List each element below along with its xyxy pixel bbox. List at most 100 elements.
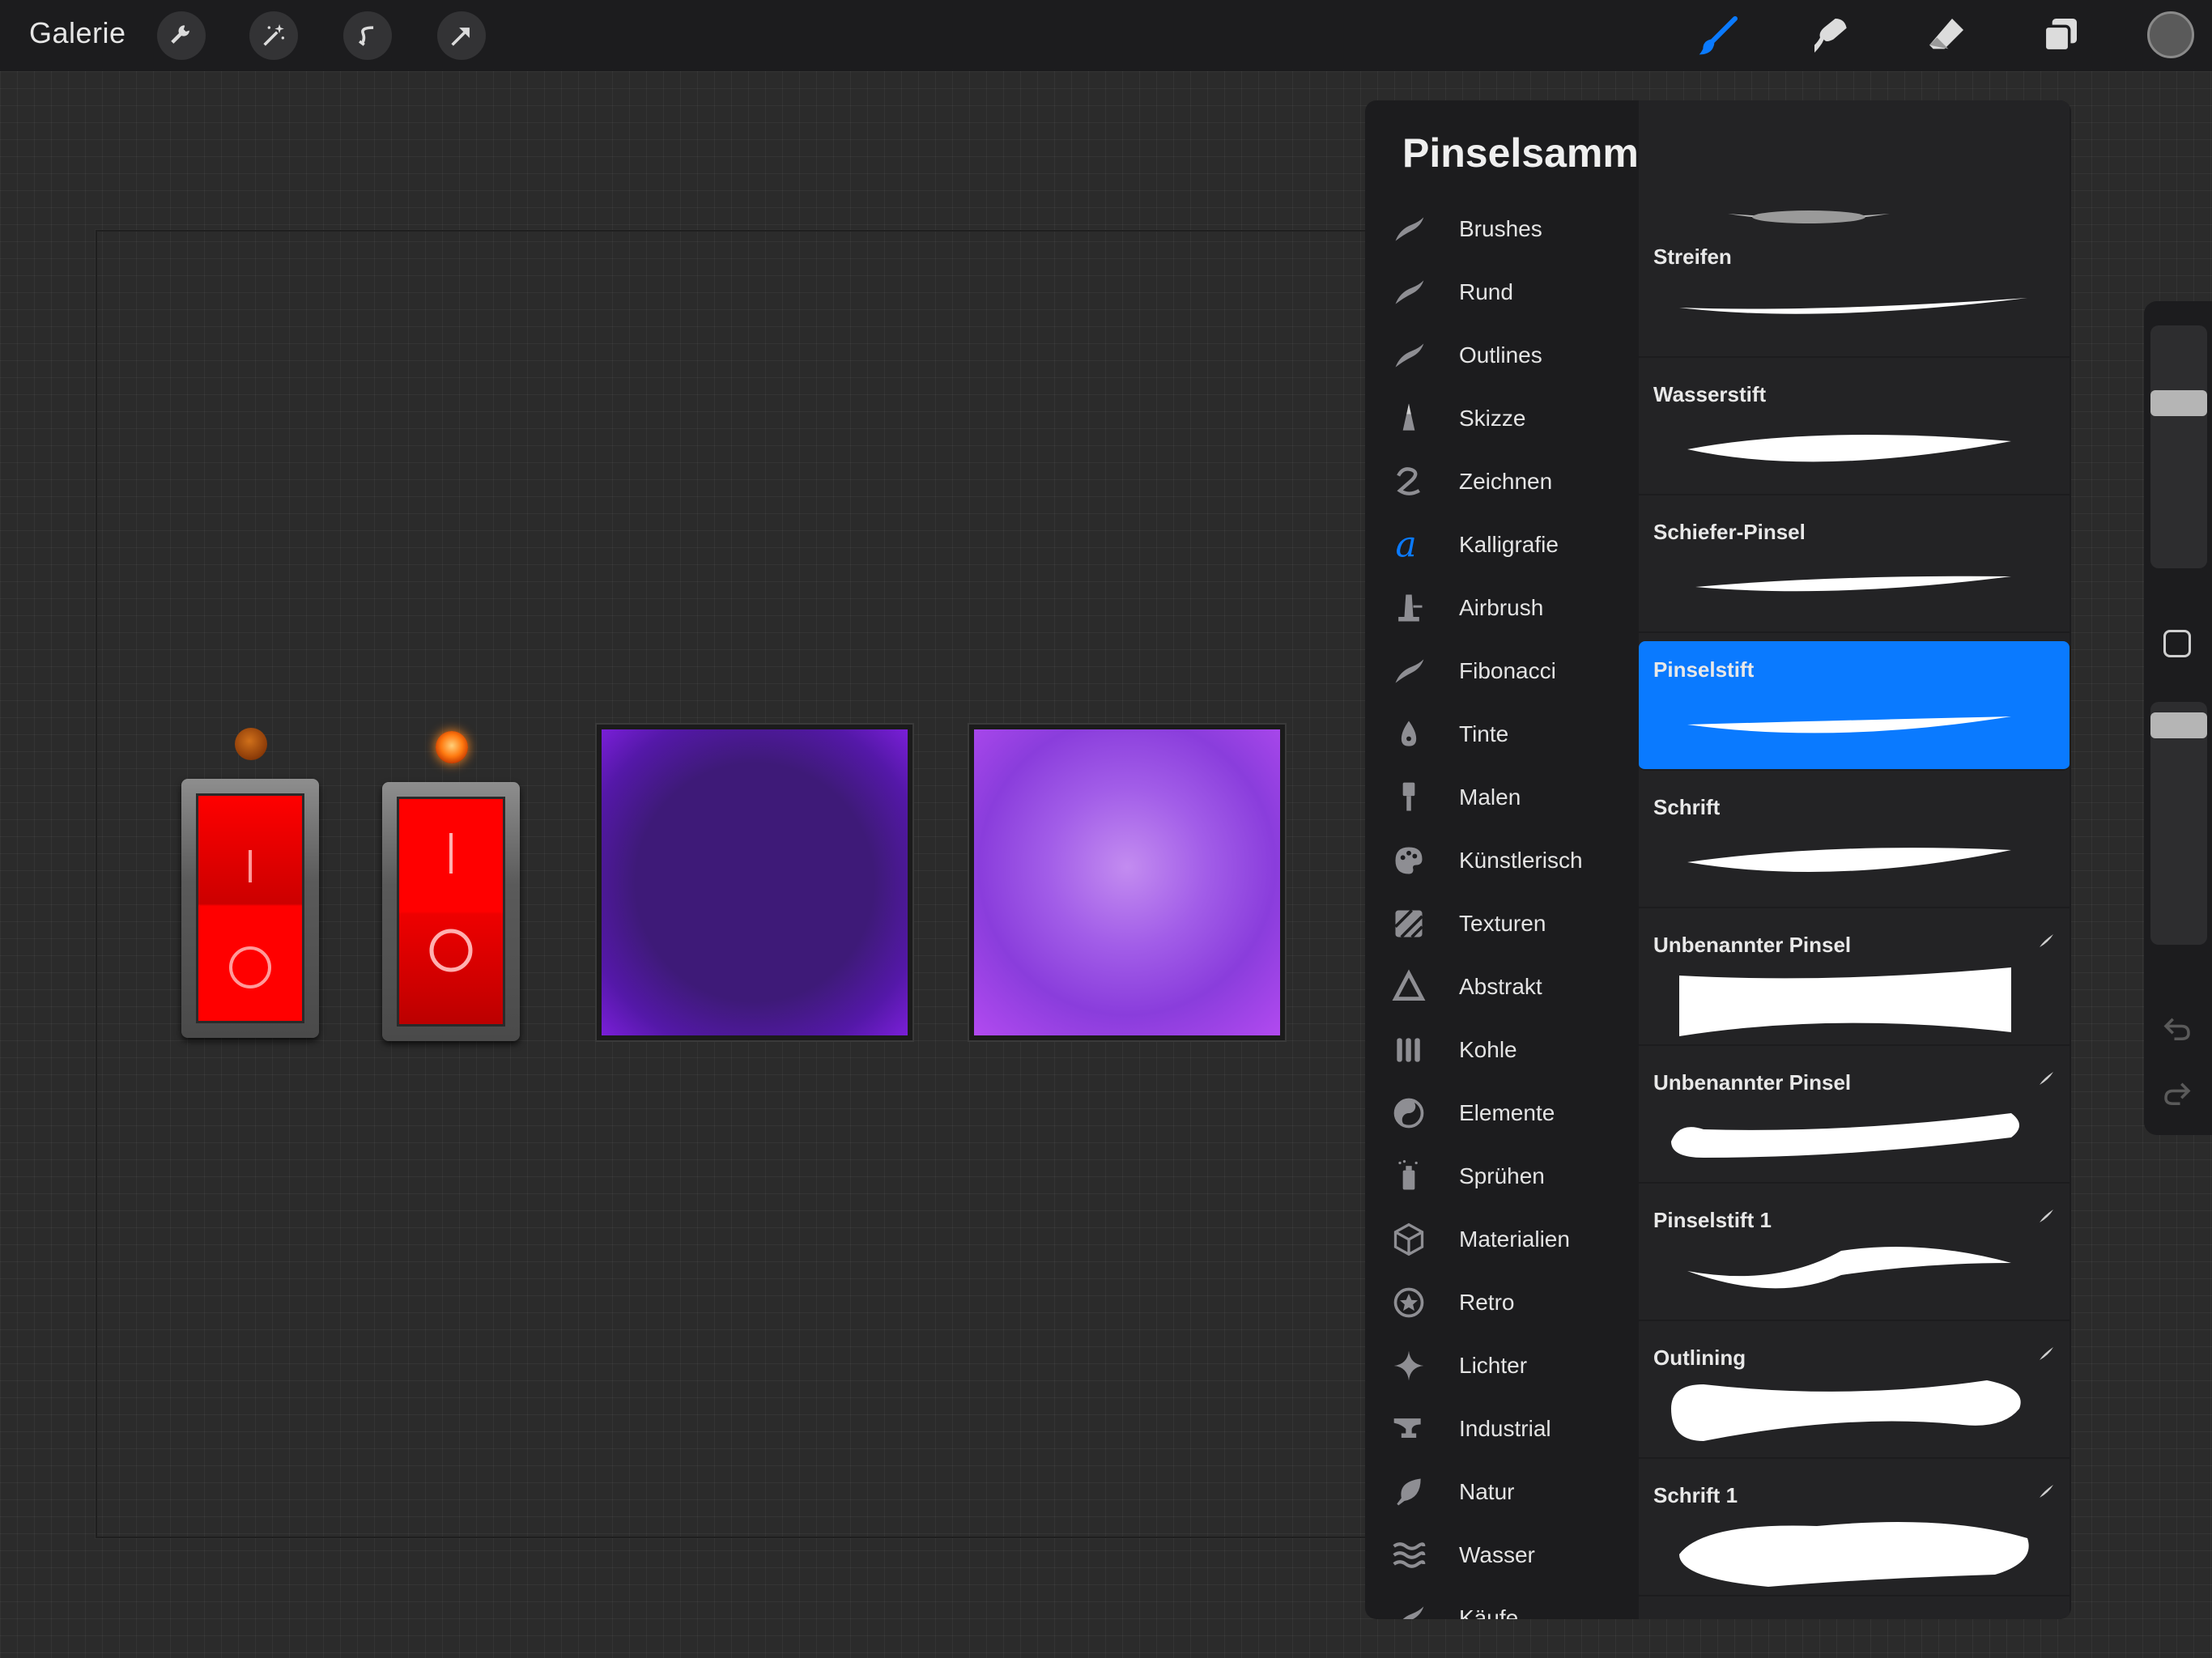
imported-brush-icon [2040, 1347, 2053, 1360]
category-item-künstlerisch[interactable]: Künstlerisch [1365, 829, 1636, 892]
category-item-skizze[interactable]: Skizze [1365, 387, 1636, 450]
category-item-fibonacci[interactable]: Fibonacci [1365, 640, 1636, 703]
category-item-elemente[interactable]: Elemente [1365, 1082, 1636, 1145]
category-item-lichter[interactable]: Lichter [1365, 1334, 1636, 1397]
brush-item[interactable]: Schrift 1 [1639, 1467, 2069, 1596]
category-label: Materialien [1459, 1226, 1570, 1252]
paint-brush-icon [1389, 778, 1428, 817]
category-item-kohle[interactable]: Kohle [1365, 1018, 1636, 1082]
category-item-tinte[interactable]: Tinte [1365, 703, 1636, 766]
brush-name: Streifen [1653, 244, 1732, 269]
undo-icon[interactable] [2160, 1012, 2194, 1046]
category-item-brushes[interactable]: Brushes [1365, 198, 1636, 261]
purple-button-light [969, 725, 1285, 1040]
category-item-industrial[interactable]: Industrial [1365, 1397, 1636, 1460]
brush-stroke-icon [1389, 652, 1428, 691]
brush-stroke-icon [1389, 273, 1428, 312]
category-label: Abstrakt [1459, 974, 1542, 999]
brush-item[interactable]: Outlining [1639, 1329, 2069, 1459]
smudge-tool[interactable] [1806, 10, 1857, 62]
led-off [235, 728, 267, 760]
layers-tool[interactable] [2034, 10, 2086, 62]
selection-button[interactable] [343, 11, 392, 60]
svg-text:a: a [1396, 527, 1417, 563]
magic-wand-icon [263, 23, 285, 46]
imported-brush-icon [2040, 1209, 2053, 1222]
category-label: Tinte [1459, 721, 1509, 746]
brush-item[interactable]: Unbenannter Pinsel [1639, 1054, 2069, 1184]
brush-item[interactable]: Pinselstift [1639, 641, 2069, 771]
category-label: Käufe [1459, 1605, 1519, 1619]
brush-name: Wasserstift [1653, 382, 1767, 406]
brush-stroke-preview [1679, 967, 2011, 1036]
category-item-retro[interactable]: Retro [1365, 1271, 1636, 1334]
color-picker-button[interactable] [2147, 11, 2194, 58]
brush-item[interactable]: Wasserstift [1639, 366, 2069, 495]
squiggle-icon [1389, 462, 1428, 501]
category-label: Zeichnen [1459, 469, 1553, 494]
brush-size-slider[interactable] [2150, 325, 2207, 568]
sparkle-icon [1389, 1346, 1428, 1385]
rocker-switch-1 [181, 779, 319, 1038]
category-item-kalligrafie[interactable]: a Kalligrafie [1365, 513, 1636, 576]
anvil-icon [1389, 1409, 1428, 1448]
category-item-airbrush[interactable]: Airbrush [1365, 576, 1636, 640]
brush-stroke-preview [1687, 716, 2011, 733]
category-item-sprühen[interactable]: Sprühen [1365, 1145, 1636, 1208]
leaf-icon [1389, 1473, 1428, 1511]
category-item-outlines[interactable]: Outlines [1365, 324, 1636, 387]
brush-item[interactable]: Schiefer-Pinsel [1639, 504, 2069, 633]
brush-stroke-preview [1695, 576, 2011, 592]
brush-name: Outlining [1653, 1346, 1746, 1370]
transform-button[interactable] [437, 11, 486, 60]
category-label: Airbrush [1459, 595, 1544, 620]
brush-size-thumb[interactable] [2150, 390, 2207, 417]
category-item-natur[interactable]: Natur [1365, 1460, 1636, 1524]
opacity-thumb[interactable] [2150, 712, 2207, 739]
category-label: Sprühen [1459, 1163, 1545, 1188]
category-item-malen[interactable]: Malen [1365, 766, 1636, 829]
category-label: Brushes [1459, 216, 1542, 241]
brush-stroke-preview [1687, 435, 2011, 462]
brush-stroke-preview [1679, 1522, 2029, 1587]
eraser-icon [1929, 19, 1963, 49]
brush-name: Unbenannter Pinsel [1653, 1070, 1852, 1095]
actions-button[interactable] [157, 11, 206, 60]
brush-icon [1699, 15, 1738, 55]
category-item-texturen[interactable]: Texturen [1365, 892, 1636, 955]
brush-item[interactable]: Streifen [1639, 228, 2069, 358]
category-label: Lichter [1459, 1353, 1528, 1378]
category-item-materialien[interactable]: Materialien [1365, 1208, 1636, 1271]
top-toolbar: Galerie [0, 0, 2212, 71]
redo-icon[interactable] [2160, 1077, 2194, 1111]
category-item-zeichnen[interactable]: Zeichnen [1365, 450, 1636, 513]
category-label: Natur [1459, 1479, 1515, 1504]
brush-name: Pinselstift 1 [1653, 1208, 1772, 1232]
modify-button[interactable] [2163, 630, 2191, 657]
eraser-tool[interactable] [1921, 10, 1972, 62]
airbrush-icon [1389, 589, 1428, 627]
layers-icon [2043, 19, 2077, 53]
purple-button-dark [597, 725, 912, 1040]
side-toolbar [2144, 301, 2212, 1135]
category-label: Elemente [1459, 1100, 1555, 1125]
category-label: Künstlerisch [1459, 848, 1583, 873]
category-item-wasser[interactable]: Wasser [1365, 1524, 1636, 1587]
brush-stroke-icon [1389, 336, 1428, 375]
brush-list[interactable]: Streifen Wasserstift Schiefer-Pinsel Pinsel… [1639, 100, 2069, 1619]
category-label: Texturen [1459, 911, 1546, 936]
ink-drop-icon [1389, 715, 1428, 754]
category-item-käufe[interactable]: Käufe [1365, 1587, 1636, 1619]
category-item-rund[interactable]: Rund [1365, 261, 1636, 324]
selection-icon [359, 26, 374, 46]
brush-name: Pinselstift [1653, 657, 1755, 682]
gallery-button[interactable]: Galerie [29, 16, 126, 50]
brush-item[interactable]: Pinselstift 1 [1639, 1192, 2069, 1321]
adjustments-button[interactable] [249, 11, 298, 60]
brush-tool[interactable] [1692, 10, 1744, 62]
brush-item[interactable]: Schrift [1639, 779, 2069, 908]
category-item-abstrakt[interactable]: Abstrakt [1365, 955, 1636, 1018]
brush-stroke-icon [1389, 210, 1428, 249]
brush-item[interactable]: Unbenannter Pinsel [1639, 916, 2069, 1046]
yin-yang-icon [1389, 1094, 1428, 1133]
